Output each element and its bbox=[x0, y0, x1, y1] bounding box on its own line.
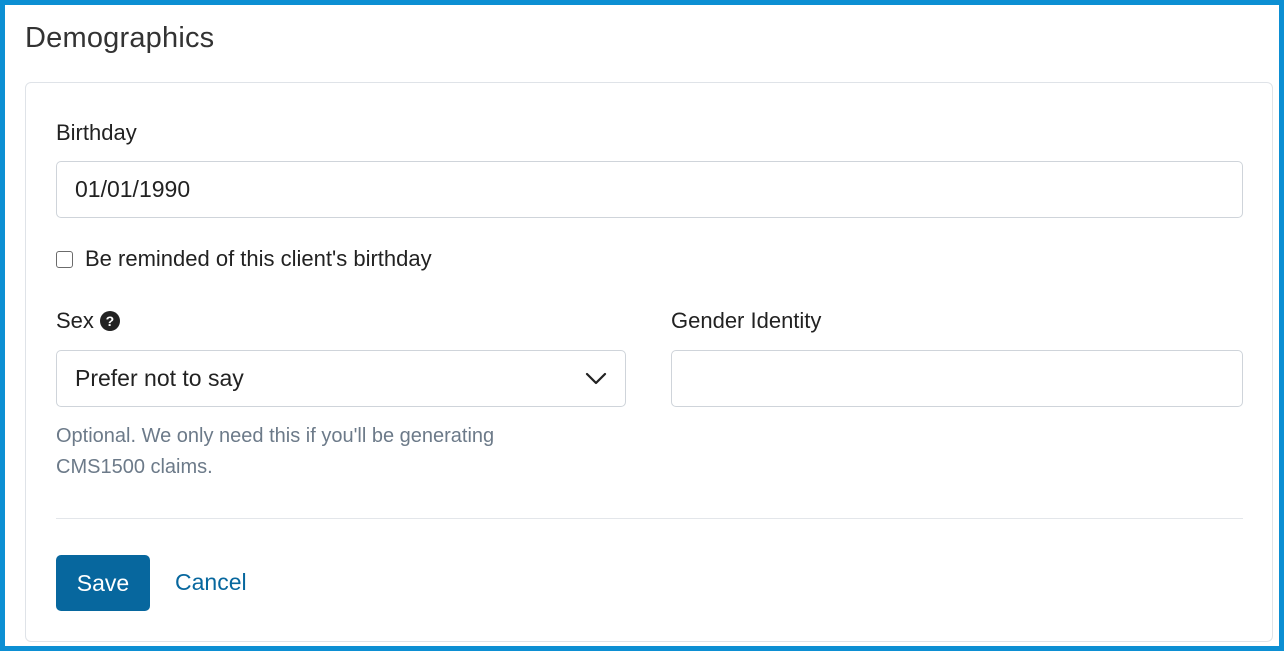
gender-identity-label: Gender Identity bbox=[671, 308, 822, 333]
page-title: Demographics bbox=[25, 22, 215, 54]
birthday-reminder-checkbox[interactable] bbox=[56, 250, 73, 268]
birthday-input[interactable] bbox=[56, 161, 1243, 218]
birthday-reminder-row[interactable]: Be reminded of this client's birthday bbox=[56, 246, 432, 272]
chevron-down-icon bbox=[585, 372, 607, 384]
birthday-label: Birthday bbox=[56, 120, 137, 145]
gender-identity-input[interactable] bbox=[671, 350, 1243, 407]
question-circle-icon[interactable]: ? bbox=[99, 311, 120, 331]
sex-label-row: Sex? bbox=[56, 308, 120, 334]
sex-label: Sex bbox=[56, 308, 94, 333]
sex-hint-text: Optional. We only need this if you'll be… bbox=[56, 425, 495, 478]
cancel-link[interactable]: Cancel bbox=[175, 569, 247, 596]
sex-select-value: Prefer not to say bbox=[75, 365, 244, 391]
birthday-reminder-label[interactable]: Be reminded of this client's birthday bbox=[85, 246, 432, 272]
demographics-card: Birthday Be reminded of this client's bi… bbox=[25, 82, 1273, 642]
sex-select[interactable]: Prefer not to say bbox=[56, 350, 626, 407]
save-button[interactable]: Save bbox=[56, 555, 150, 611]
app-frame: Demographics Birthday Be reminded of thi… bbox=[0, 0, 1284, 651]
form-divider bbox=[56, 518, 1243, 519]
